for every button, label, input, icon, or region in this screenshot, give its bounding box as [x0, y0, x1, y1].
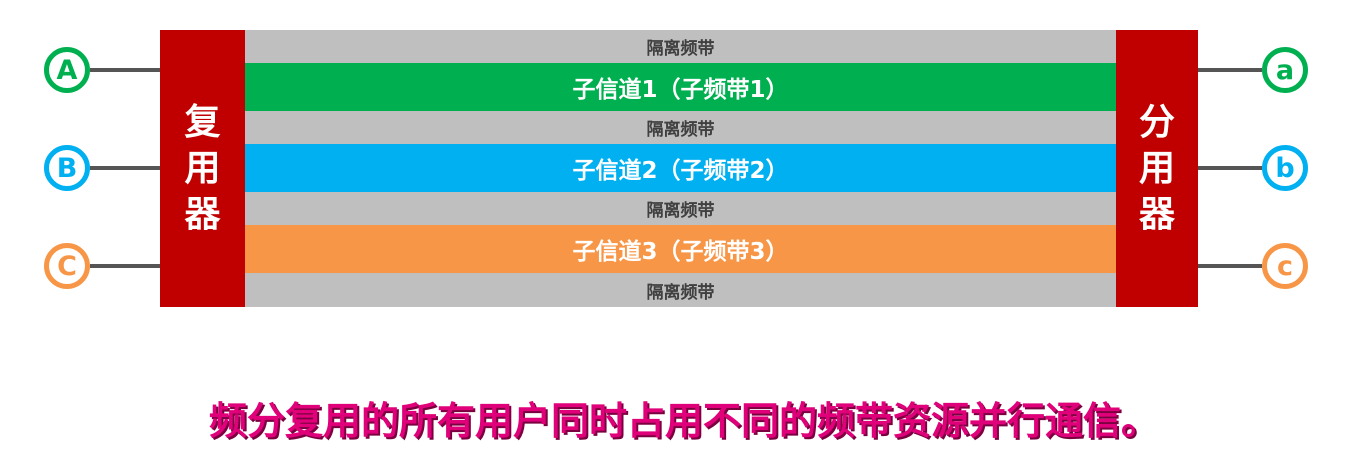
output-a-label: a	[1275, 54, 1295, 86]
sub-channel-1-label: 子信道1（子频带1）	[572, 77, 789, 103]
input-c-wire	[90, 264, 160, 268]
multiplexer-char-3: 器	[184, 193, 221, 235]
guard-band-2-label: 隔离频带	[646, 120, 715, 140]
guard-band-4-label: 隔离频带	[646, 282, 715, 303]
guard-band-2: 隔离频带	[245, 111, 1116, 144]
input-b-circle: B	[44, 145, 90, 191]
guard-band-4: 隔离频带	[245, 273, 1116, 307]
input-c-label: C	[57, 250, 77, 282]
demultiplexer-char-2: 用	[1138, 147, 1175, 189]
demultiplexer-char-1: 分	[1138, 101, 1175, 143]
input-c-circle: C	[44, 243, 90, 289]
demultiplexer-char-3: 器	[1138, 193, 1175, 235]
output-b-wire	[1198, 166, 1262, 170]
output-c-wire	[1198, 264, 1262, 268]
input-a-circle: A	[44, 47, 90, 93]
input-b-label: B	[56, 152, 78, 184]
sub-channel-2-label: 子信道2（子频带2）	[572, 158, 789, 184]
output-c-label: c	[1276, 250, 1293, 282]
guard-band-3: 隔离频带	[245, 192, 1116, 225]
multiplexer-char-1: 复	[184, 101, 221, 143]
guard-band-3-label: 隔离频带	[646, 201, 715, 221]
multiplexer-box: 复 用 器	[160, 30, 245, 307]
guard-band-1-label: 隔离频带	[646, 39, 715, 59]
output-b-label: b	[1275, 152, 1295, 184]
guard-band-1: 隔离频带	[245, 30, 1116, 63]
input-a-wire	[90, 68, 160, 72]
output-b-circle: b	[1262, 145, 1308, 191]
sub-channel-3-label: 子信道3（子频带3）	[572, 239, 789, 265]
output-a-circle: a	[1262, 47, 1308, 93]
sub-channel-3: 子信道3（子频带3）	[245, 225, 1116, 273]
output-a-wire	[1198, 68, 1262, 72]
input-a-label: A	[56, 54, 78, 86]
output-c-circle: c	[1262, 243, 1308, 289]
demultiplexer-box: 分 用 器	[1116, 30, 1198, 307]
multiplexer-char-2: 用	[184, 147, 221, 189]
sub-channel-2: 子信道2（子频带2）	[245, 144, 1116, 192]
input-b-wire	[90, 166, 160, 170]
sub-channel-1: 子信道1（子频带1）	[245, 63, 1116, 111]
caption: 频分复用的所有用户同时占用不同的频带资源并行通信。	[208, 399, 1159, 443]
